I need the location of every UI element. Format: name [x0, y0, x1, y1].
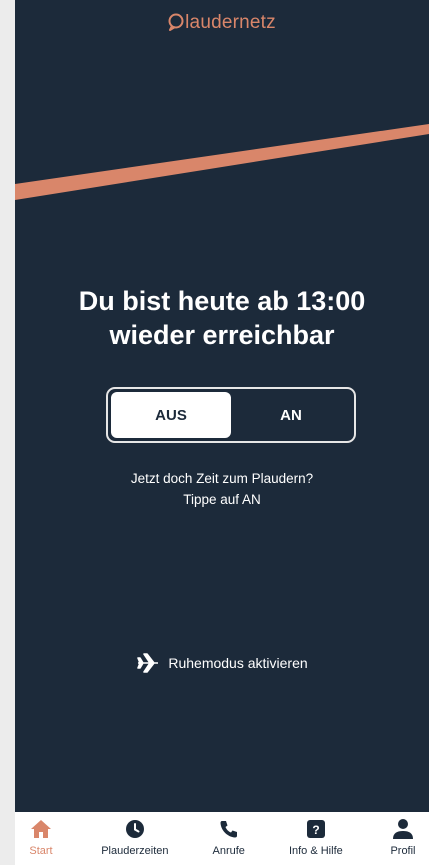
- hint-line-2: Tippe auf AN: [183, 492, 261, 507]
- app-logo: laudernetz: [15, 12, 429, 34]
- svg-text:?: ?: [312, 823, 319, 837]
- tab-plauderzeiten[interactable]: Plauderzeiten: [101, 812, 169, 865]
- tab-label: Profil: [390, 845, 416, 857]
- hint-text: Jetzt doch Zeit zum Plaudern? Tippe auf …: [15, 468, 429, 510]
- tab-start[interactable]: Start: [19, 812, 63, 865]
- quiet-mode-button[interactable]: Ruhemodus aktivieren: [15, 652, 429, 674]
- logo-text: laudernetz: [185, 12, 276, 33]
- tab-label: Start: [29, 845, 53, 857]
- hint-line-1: Jetzt doch Zeit zum Plaudern?: [130, 471, 314, 486]
- availability-toggle[interactable]: AUS AN: [106, 387, 356, 443]
- tab-label: Anrufe: [212, 845, 245, 857]
- toggle-on-option[interactable]: AN: [231, 392, 351, 438]
- tab-label: Info & Hilfe: [288, 845, 343, 857]
- bottom-tab-bar: Start Plauderzeiten Anrufe ? Info & Hilf…: [15, 812, 429, 865]
- home-icon: [31, 820, 51, 838]
- app-screen: laudernetz Du bist heute ab 13:00 wieder…: [15, 0, 429, 865]
- tab-label: Plauderzeiten: [101, 845, 169, 857]
- airplane-icon: [137, 653, 159, 673]
- person-icon: [392, 819, 413, 839]
- quiet-mode-label: Ruhemodus aktivieren: [168, 655, 308, 671]
- tab-info-hilfe[interactable]: ? Info & Hilfe: [289, 812, 343, 865]
- availability-headline: Du bist heute ab 13:00 wieder erreichbar: [78, 286, 366, 350]
- toggle-off-option[interactable]: AUS: [111, 392, 231, 438]
- logo-bubble-icon: [168, 13, 184, 31]
- clock-icon: [125, 820, 144, 838]
- help-icon: ?: [306, 820, 325, 838]
- tab-profil[interactable]: Profil: [381, 812, 425, 865]
- tab-anrufe[interactable]: Anrufe: [207, 812, 251, 865]
- phone-icon: [220, 821, 237, 838]
